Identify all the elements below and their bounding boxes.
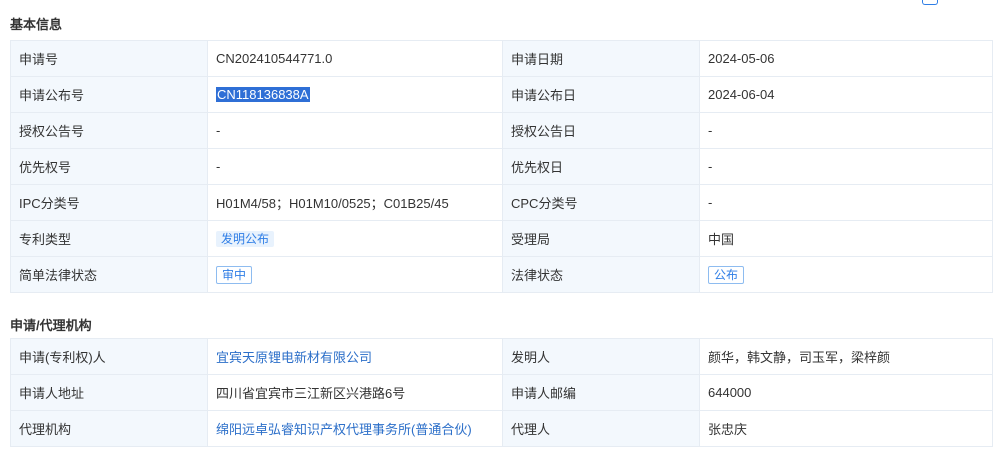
table-row: 授权公告号 - 授权公告日 - <box>10 112 993 149</box>
label-inventors: 发明人 <box>502 338 700 375</box>
label-publication-number: 申请公布号 <box>10 76 208 113</box>
applicant-agency-table: 申请(专利权)人 宜宾天原锂电新材有限公司 发明人 颜华，韩文静，司玉军，梁梓颜… <box>10 338 993 447</box>
label-simple-legal-status: 简单法律状态 <box>10 256 208 293</box>
label-publication-date: 申请公布日 <box>502 76 700 113</box>
table-row: 简单法律状态 审中 法律状态 公布 <box>10 256 993 293</box>
value-applicant-address: 四川省宜宾市三江新区兴港路6号 <box>207 374 503 411</box>
table-row: 申请人地址 四川省宜宾市三江新区兴港路6号 申请人邮编 644000 <box>10 374 993 411</box>
table-row: 优先权号 - 优先权日 - <box>10 148 993 185</box>
agency-link[interactable]: 绵阳远卓弘睿知识产权代理事务所(普通合伙) <box>216 422 472 437</box>
table-row: 申请号 CN202410544771.0 申请日期 2024-05-06 <box>10 40 993 77</box>
edit-icon[interactable] <box>922 0 938 5</box>
label-legal-status: 法律状态 <box>502 256 700 293</box>
label-application-number: 申请号 <box>10 40 208 77</box>
label-ipc: IPC分类号 <box>10 184 208 221</box>
label-patent-type: 专利类型 <box>10 220 208 257</box>
label-agent: 代理人 <box>502 410 700 447</box>
simple-legal-status-badge: 审中 <box>216 265 253 284</box>
value-grant-number: - <box>207 112 503 149</box>
label-postcode: 申请人邮编 <box>502 374 700 411</box>
value-receiving-office: 中国 <box>699 220 993 257</box>
label-receiving-office: 受理局 <box>502 220 700 257</box>
table-row: 申请(专利权)人 宜宾天原锂电新材有限公司 发明人 颜华，韩文静，司玉军，梁梓颜 <box>10 338 993 375</box>
section-title-basic-info: 基本信息 <box>10 17 63 32</box>
value-agent: 张忠庆 <box>699 410 993 447</box>
legal-status-badge: 公布 <box>708 265 745 284</box>
value-publication-number[interactable]: CN118136838A <box>216 87 310 102</box>
label-applicant-address: 申请人地址 <box>10 374 208 411</box>
table-row: IPC分类号 H01M4/58；H01M10/0525；C01B25/45 CP… <box>10 184 993 221</box>
value-grant-date: - <box>699 112 993 149</box>
value-publication-date: 2024-06-04 <box>699 76 993 113</box>
value-simple-legal-status-cell: 审中 <box>207 256 503 293</box>
applicant-link[interactable]: 宜宾天原锂电新材有限公司 <box>216 350 372 365</box>
value-application-number: CN202410544771.0 <box>207 40 503 77</box>
basic-info-table: 申请号 CN202410544771.0 申请日期 2024-05-06 申请公… <box>10 40 993 293</box>
value-applicant-cell: 宜宾天原锂电新材有限公司 <box>207 338 503 375</box>
section-title-applicant-agency: 申请/代理机构 <box>10 318 92 333</box>
value-postcode: 644000 <box>699 374 993 411</box>
value-cpc: - <box>699 184 993 221</box>
table-row: 专利类型 发明公布 受理局 中国 <box>10 220 993 257</box>
label-grant-number: 授权公告号 <box>10 112 208 149</box>
value-priority-date: - <box>699 148 993 185</box>
value-priority-number: - <box>207 148 503 185</box>
value-publication-number-cell: CN118136838A <box>207 76 503 113</box>
value-application-date: 2024-05-06 <box>699 40 993 77</box>
value-patent-type-cell: 发明公布 <box>207 220 503 257</box>
value-ipc: H01M4/58；H01M10/0525；C01B25/45 <box>207 184 503 221</box>
label-grant-date: 授权公告日 <box>502 112 700 149</box>
label-agency: 代理机构 <box>10 410 208 447</box>
label-cpc: CPC分类号 <box>502 184 700 221</box>
value-inventors: 颜华，韩文静，司玉军，梁梓颜 <box>699 338 993 375</box>
label-application-date: 申请日期 <box>502 40 700 77</box>
value-agency-cell: 绵阳远卓弘睿知识产权代理事务所(普通合伙) <box>207 410 503 447</box>
label-applicant: 申请(专利权)人 <box>10 338 208 375</box>
label-priority-number: 优先权号 <box>10 148 208 185</box>
patent-type-badge: 发明公布 <box>216 230 275 247</box>
table-row: 代理机构 绵阳远卓弘睿知识产权代理事务所(普通合伙) 代理人 张忠庆 <box>10 410 993 447</box>
value-legal-status-cell: 公布 <box>699 256 993 293</box>
label-priority-date: 优先权日 <box>502 148 700 185</box>
table-row: 申请公布号 CN118136838A 申请公布日 2024-06-04 <box>10 76 993 113</box>
